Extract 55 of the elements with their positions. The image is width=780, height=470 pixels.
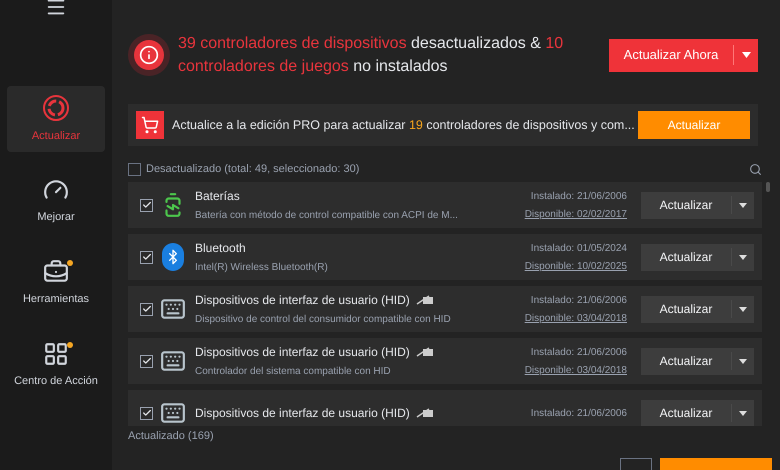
driver-name: Dispositivos de interfaz de usuario (HID) [195, 344, 410, 361]
caret-icon [742, 52, 750, 58]
update-driver-button[interactable]: Actualizar [641, 192, 754, 218]
driver-name: Dispositivos de interfaz de usuario (HID) [195, 405, 410, 422]
driver-description: Dispositivo de control del consumidor compatible con HID [195, 313, 451, 327]
search-icon[interactable] [749, 162, 762, 176]
available-date-link[interactable]: Disponible: 03/04/2018 [524, 310, 627, 326]
checkbox[interactable] [140, 250, 153, 264]
promo-text: Actualice a la edición PRO para actualizar 19 controladores de dispositivos y com... [172, 116, 635, 134]
installed-date: Instalado: 21/06/2006 [530, 406, 627, 420]
caret-icon [739, 202, 747, 208]
caret-icon [739, 410, 747, 416]
sidebar-item[interactable]: Herramientas [7, 250, 105, 316]
update-now-button[interactable]: Actualizar Ahora [609, 38, 758, 72]
sidebar-item[interactable]: Centro de Acción [7, 332, 105, 398]
scrollbar-thumb[interactable] [766, 182, 770, 192]
caret-icon [739, 254, 747, 260]
checkbox[interactable] [140, 406, 153, 420]
installed-date: Instalado: 21/06/2006 [530, 190, 627, 204]
bluetooth-icon [162, 243, 184, 271]
alert-message: 39 controladores de dispositivos desactualizados & 10 controladores de juegos no instalados [178, 34, 564, 77]
installed-date: Instalado: 01/05/2024 [530, 242, 627, 256]
outdated-summary: Desactualizado (total: 49, seleccionado: 30) [146, 162, 360, 177]
update-driver-button[interactable]: Actualizar [641, 296, 754, 322]
checkbox[interactable] [140, 354, 153, 368]
driver-name: Bluetooth [195, 240, 246, 257]
available-date-link[interactable]: Disponible: 02/02/2017 [524, 206, 627, 222]
driver-description: Intel(R) Wireless Bluetooth(R) [195, 261, 328, 275]
caret-icon [739, 358, 747, 364]
checkbox[interactable] [140, 302, 153, 316]
driver-description: Controlador del sistema compatible con HID [195, 365, 392, 379]
update-driver-button[interactable]: Actualizar [641, 348, 754, 374]
driver-description: Batería con método de control compatible con ACPI de M... [195, 209, 458, 223]
update-driver-button[interactable]: Actualizar [641, 244, 754, 270]
sidebar-label: Mejorar [37, 210, 75, 225]
checkbox[interactable] [140, 198, 153, 212]
driver-name: Dispositivos de interfaz de usuario (HID) [195, 292, 410, 309]
updated-summary: Actualizado (169) [128, 429, 215, 444]
available-date-link[interactable]: Disponible: 03/04/2018 [524, 362, 627, 378]
sidebar-label: Centro de Acción [14, 374, 98, 389]
cart-icon [136, 111, 164, 139]
apps-grid-icon [43, 340, 69, 367]
toolbox-icon [43, 258, 69, 285]
installed-date: Instalado: 21/06/2006 [530, 346, 627, 360]
sidebar-item[interactable]: Mejorar [7, 168, 105, 234]
available-date-link[interactable]: Disponible: 10/02/2025 [524, 258, 627, 274]
update-driver-button[interactable]: Actualizar [641, 400, 754, 426]
sidebar-label: Herramientas [22, 292, 90, 307]
sidebar-label: Actualizar [32, 128, 80, 144]
checkbox[interactable] [128, 162, 141, 176]
driver-name: Baterías [195, 188, 240, 205]
info-icon [128, 34, 170, 76]
refresh-ring-icon [42, 94, 70, 122]
installed-date: Instalado: 21/06/2006 [530, 294, 627, 308]
caret-icon [739, 306, 747, 312]
